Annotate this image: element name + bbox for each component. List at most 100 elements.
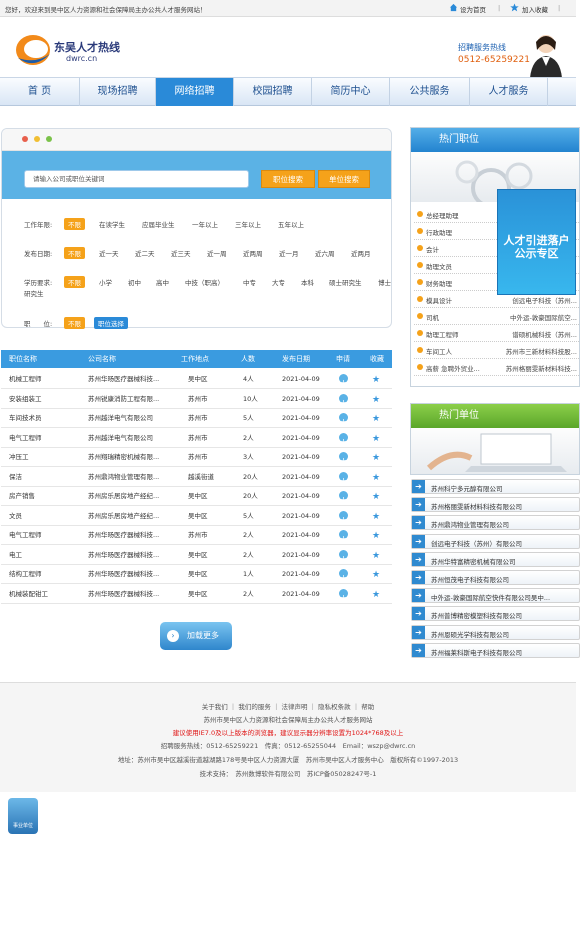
filter-option-selected[interactable]: 不限 <box>64 218 85 230</box>
apply-plus-icon[interactable]: + <box>339 569 348 578</box>
nav-public-service[interactable]: 公共服务 <box>390 78 470 106</box>
table-row[interactable]: 电气工程师 苏州越洋电气有限公司 苏州市 2人 2021-04-09 + ★ <box>1 429 392 448</box>
nav-talent-service[interactable]: 人才服务 <box>470 78 548 106</box>
hot-unit-item[interactable]: ➔ 中外运-敦豪国际航空快件有限公司吴中... <box>411 588 580 604</box>
hot-job-title[interactable]: 助理工程师 <box>426 329 459 339</box>
footer-link-legal[interactable]: 法律声明 <box>282 703 308 711</box>
site-logo[interactable]: 东吴人才热线 dwrc.cn <box>14 28 124 72</box>
filter-option[interactable]: 近一周 <box>207 248 227 258</box>
hot-job-title[interactable]: 助理文员 <box>426 261 452 271</box>
hot-job-title[interactable]: 行政助理 <box>426 227 452 237</box>
hot-job-item[interactable]: 司机 中外运-敦豪国际航空... <box>414 309 579 325</box>
apply-plus-icon[interactable]: + <box>339 471 348 481</box>
favorite-star-icon[interactable]: ★ <box>372 566 380 584</box>
filter-option[interactable]: 中专 <box>243 277 256 287</box>
filter-option[interactable]: 中技（职高） <box>185 277 224 287</box>
footer-link-services[interactable]: 我们的服务 <box>238 703 271 711</box>
filter-option[interactable]: 应届毕业生 <box>142 219 175 229</box>
hot-job-title[interactable]: 总经理助理 <box>426 210 459 220</box>
hot-job-company[interactable]: 创远电子科技（苏州... <box>499 295 577 305</box>
favorite-star-icon[interactable]: ★ <box>372 586 380 604</box>
filter-option[interactable]: 三年以上 <box>235 219 261 229</box>
hot-job-title[interactable]: 财务助理 <box>426 278 452 288</box>
apply-plus-icon[interactable]: + <box>339 588 348 598</box>
favorite-star-icon[interactable]: ★ <box>372 430 380 448</box>
filter-option[interactable]: 近一月 <box>279 248 299 258</box>
filter-option[interactable]: 博士 <box>378 277 391 287</box>
hot-job-title[interactable]: 车间工人 <box>426 346 452 356</box>
table-row[interactable]: 房产销售 苏州房乐居房地产经纪... 吴中区 20人 2021-04-09 + ★ <box>1 487 392 506</box>
nav-campus-recruitment[interactable]: 校园招聘 <box>234 78 312 106</box>
hot-unit-name[interactable]: 苏州福莱科斯电子科技有限公司 <box>431 647 576 657</box>
hot-unit-item[interactable]: ➔ 苏州福莱科斯电子科技有限公司 <box>411 642 580 658</box>
table-row[interactable]: 机械工程师 苏州华旸医疗器械科技... 吴中区 4人 2021-04-09 + ★ <box>1 370 392 389</box>
hot-unit-name[interactable]: 苏州科宁多元醇有限公司 <box>431 483 576 493</box>
apply-plus-icon[interactable]: + <box>339 491 348 500</box>
hot-unit-name[interactable]: 苏州恩硕光学科技有限公司 <box>431 629 576 639</box>
hot-unit-name[interactable]: 苏州格丽雯新材料科技有限公司 <box>431 501 576 511</box>
filter-option[interactable]: 近二天 <box>135 248 155 258</box>
hot-job-title[interactable]: 司机 <box>426 312 439 322</box>
talent-settlement-banner[interactable]: 人才引进落户 公示专区 <box>497 189 576 295</box>
table-row[interactable]: 保洁 苏州鼎鸿物业管理有限... 越溪街道 20人 2021-04-09 + ★ <box>1 468 392 487</box>
hot-unit-name[interactable]: 创远电子科技（苏州）有限公司 <box>431 538 576 548</box>
apply-plus-icon[interactable]: + <box>339 549 348 559</box>
hot-unit-name[interactable]: 苏州华特富精密机械有限公司 <box>431 556 576 566</box>
company-name[interactable]: 苏州越洋电气有限公司 <box>88 409 168 427</box>
hot-unit-item[interactable]: ➔ 苏州鼎鸿物业管理有限公司 <box>411 515 580 531</box>
hot-unit-item[interactable]: ➔ 苏州华特富精密机械有限公司 <box>411 551 580 567</box>
apply-plus-icon[interactable]: + <box>339 393 348 403</box>
hot-job-title[interactable]: 会计 <box>426 244 439 254</box>
table-row[interactable]: 文员 苏州房乐居房地产经纪... 吴中区 5人 2021-04-09 + ★ <box>1 507 392 526</box>
table-row[interactable]: 电气工程师 苏州华旸医疗器械科技... 苏州市 2人 2021-04-09 + ★ <box>1 526 392 545</box>
hot-job-company[interactable]: 苏州市三新材料科技股... <box>499 346 577 356</box>
filter-option[interactable]: 硕士研究生 <box>329 277 362 287</box>
job-title[interactable]: 机械装配钳工 <box>9 585 79 603</box>
filter-option[interactable]: 小学 <box>99 277 112 287</box>
job-title[interactable]: 安装组装工 <box>9 390 79 408</box>
footer-link-about[interactable]: 关于我们 <box>202 703 228 711</box>
favorite-star-icon[interactable]: ★ <box>372 391 380 409</box>
hot-unit-item[interactable]: ➔ 苏州格丽雯新材料科技有限公司 <box>411 497 580 513</box>
favorite-star-icon[interactable]: ★ <box>372 547 380 565</box>
filter-option[interactable]: 高中 <box>156 277 169 287</box>
job-title[interactable]: 结构工程师 <box>9 565 79 583</box>
hot-job-company[interactable]: 谱硕机械科技（苏州... <box>499 329 577 339</box>
favorite-star-icon[interactable]: ★ <box>372 508 380 526</box>
add-favorite-link[interactable]: 加入收藏 <box>522 4 548 14</box>
hot-unit-item[interactable]: ➔ 创远电子科技（苏州）有限公司 <box>411 533 580 549</box>
load-more-button[interactable]: › 加载更多 <box>160 622 232 650</box>
hot-unit-item[interactable]: ➔ 苏州恒茂电子科技有限公司 <box>411 570 580 585</box>
nav-resume-center[interactable]: 简历中心 <box>312 78 390 106</box>
company-name[interactable]: 苏州房乐居房地产经纪... <box>88 507 168 525</box>
hot-job-title[interactable]: 模具设计 <box>426 295 452 305</box>
hot-job-title[interactable]: 高薪 急聘外贸业... <box>426 363 480 373</box>
hot-unit-name[interactable]: 苏州普博精密模塑科技有限公司 <box>431 610 576 620</box>
company-name[interactable]: 苏州鼎鸿物业管理有限... <box>88 468 168 486</box>
table-row[interactable]: 电工 苏州华旸医疗器械科技... 吴中区 2人 2021-04-09 + ★ <box>1 546 392 565</box>
job-title[interactable]: 保洁 <box>9 468 79 486</box>
set-home-link[interactable]: 设为首页 <box>460 4 486 14</box>
job-title[interactable]: 冲压工 <box>9 448 79 466</box>
hot-job-item[interactable]: 助理工程师 谱硕机械科技（苏州... <box>414 326 579 342</box>
hot-unit-item[interactable]: ➔ 苏州普博精密模塑科技有限公司 <box>411 606 580 622</box>
table-row[interactable]: 冲压工 苏州翔瑞精密机械有限... 苏州市 3人 2021-04-09 + ★ <box>1 448 392 467</box>
filter-option[interactable]: 一年以上 <box>192 219 218 229</box>
filter-option[interactable]: 近两周 <box>243 248 263 258</box>
company-name[interactable]: 苏州华旸医疗器械科技... <box>88 565 168 583</box>
job-title[interactable]: 机械工程师 <box>9 370 79 388</box>
apply-plus-icon[interactable]: + <box>339 510 348 520</box>
company-name[interactable]: 苏州锐康消防工程有限... <box>88 390 168 408</box>
hot-unit-name[interactable]: 苏州鼎鸿物业管理有限公司 <box>431 519 576 529</box>
company-name[interactable]: 苏州华旸医疗器械科技... <box>88 585 168 603</box>
apply-plus-icon[interactable]: + <box>339 432 348 442</box>
hot-unit-item[interactable]: ➔ 苏州科宁多元醇有限公司 <box>411 479 580 494</box>
filter-option[interactable]: 近三天 <box>171 248 191 258</box>
apply-plus-icon[interactable]: + <box>339 530 348 539</box>
filter-option[interactable]: 近两月 <box>351 248 371 258</box>
table-row[interactable]: 车间技术员 苏州越洋电气有限公司 苏州市 5人 2021-04-09 + ★ <box>1 409 392 428</box>
company-name[interactable]: 苏州房乐居房地产经纪... <box>88 487 168 505</box>
job-title[interactable]: 电气工程师 <box>9 429 79 447</box>
favorite-star-icon[interactable]: ★ <box>372 371 380 389</box>
apply-plus-icon[interactable]: + <box>339 374 348 383</box>
